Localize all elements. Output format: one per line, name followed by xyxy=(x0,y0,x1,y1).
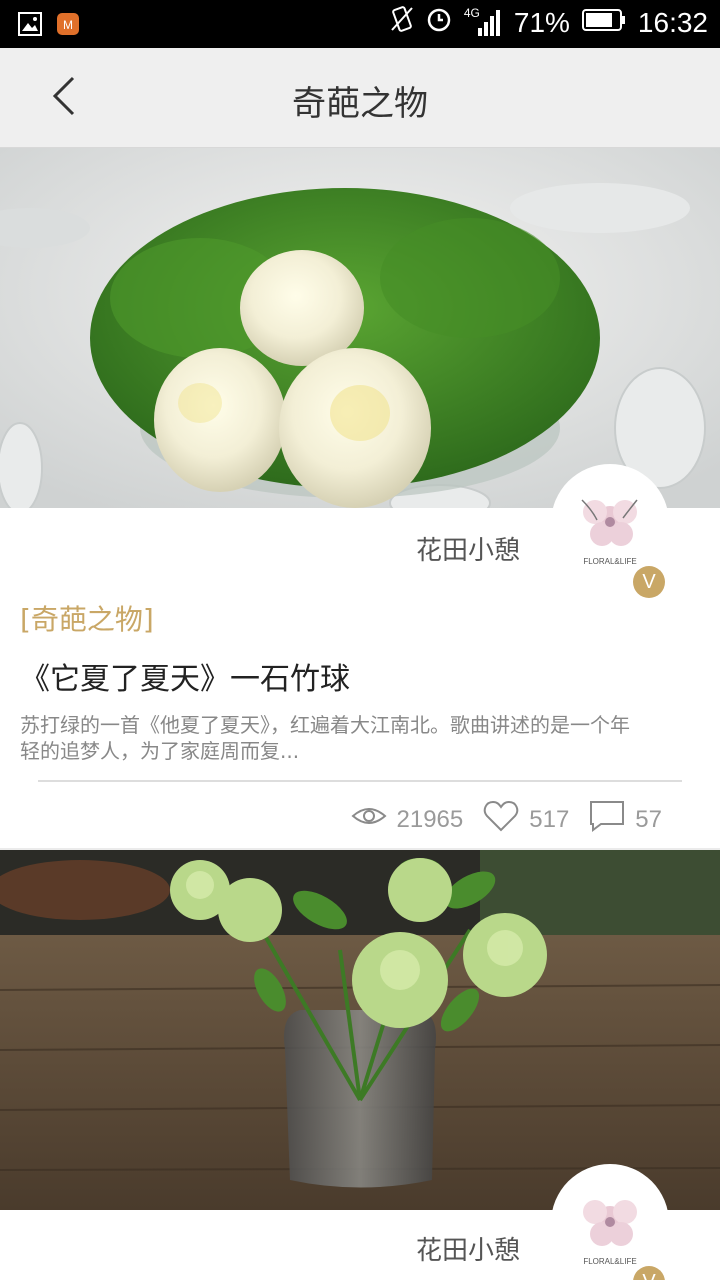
comment-icon xyxy=(589,800,625,839)
comments-stat[interactable]: 57 xyxy=(589,800,662,839)
views-stat: 21965 xyxy=(350,804,464,835)
floral-logo-icon: FLORAL&LIFE xyxy=(557,1170,663,1276)
top-nav-bar: 奇葩之物 xyxy=(0,48,720,148)
status-bar: M 4G 71% 16:32 xyxy=(0,0,720,48)
svg-text:M: M xyxy=(63,18,73,32)
article-stats: 21965 517 57 xyxy=(350,800,662,839)
heart-icon xyxy=(483,800,519,839)
eye-icon xyxy=(350,804,387,835)
battery-icon xyxy=(581,6,626,39)
views-count: 21965 xyxy=(396,805,464,833)
likes-stat[interactable]: 517 xyxy=(483,800,569,839)
comments-count: 57 xyxy=(635,805,662,833)
author-avatar[interactable]: FLORAL&LIFE V xyxy=(551,1164,669,1280)
article-title[interactable]: 《它夏了夏天》一石竹球 xyxy=(20,654,350,698)
article-card[interactable]: FLORAL&LIFE V 花田小憩 [奇葩之物] 《它夏了夏天》一石竹球 苏打… xyxy=(0,148,720,848)
image-icon xyxy=(18,12,42,40)
svg-text:FLORAL&LIFE: FLORAL&LIFE xyxy=(583,1257,636,1266)
battery-percent: 71% xyxy=(513,6,570,38)
author-avatar[interactable]: FLORAL&LIFE V xyxy=(551,464,669,598)
category-tag[interactable]: [奇葩之物] xyxy=(20,598,154,638)
article-card[interactable]: FLORAL&LIFE V 花田小憩 xyxy=(0,850,720,1280)
article-cover-image[interactable] xyxy=(0,148,720,508)
signal-icon: 4G xyxy=(464,6,502,38)
article-cover-image[interactable] xyxy=(0,850,720,1210)
author-name[interactable]: 花田小憩 xyxy=(416,530,520,567)
vibrate-icon xyxy=(390,6,414,39)
author-name[interactable]: 花田小憩 xyxy=(416,1230,520,1267)
divider xyxy=(38,780,682,782)
likes-count: 517 xyxy=(529,805,570,833)
floral-logo-icon: FLORAL&LIFE xyxy=(557,470,663,576)
app-icon: M xyxy=(56,12,80,40)
verified-badge: V xyxy=(633,566,665,598)
clock: 16:32 xyxy=(637,6,708,38)
article-summary: 苏打绿的一首《他夏了夏天》，红遍着大江南北。歌曲讲述的是一个年轻的追梦人，为了家… xyxy=(20,713,630,763)
alarm-icon xyxy=(426,6,452,39)
page-title: 奇葩之物 xyxy=(292,84,428,124)
svg-text:FLORAL&LIFE: FLORAL&LIFE xyxy=(583,557,636,566)
